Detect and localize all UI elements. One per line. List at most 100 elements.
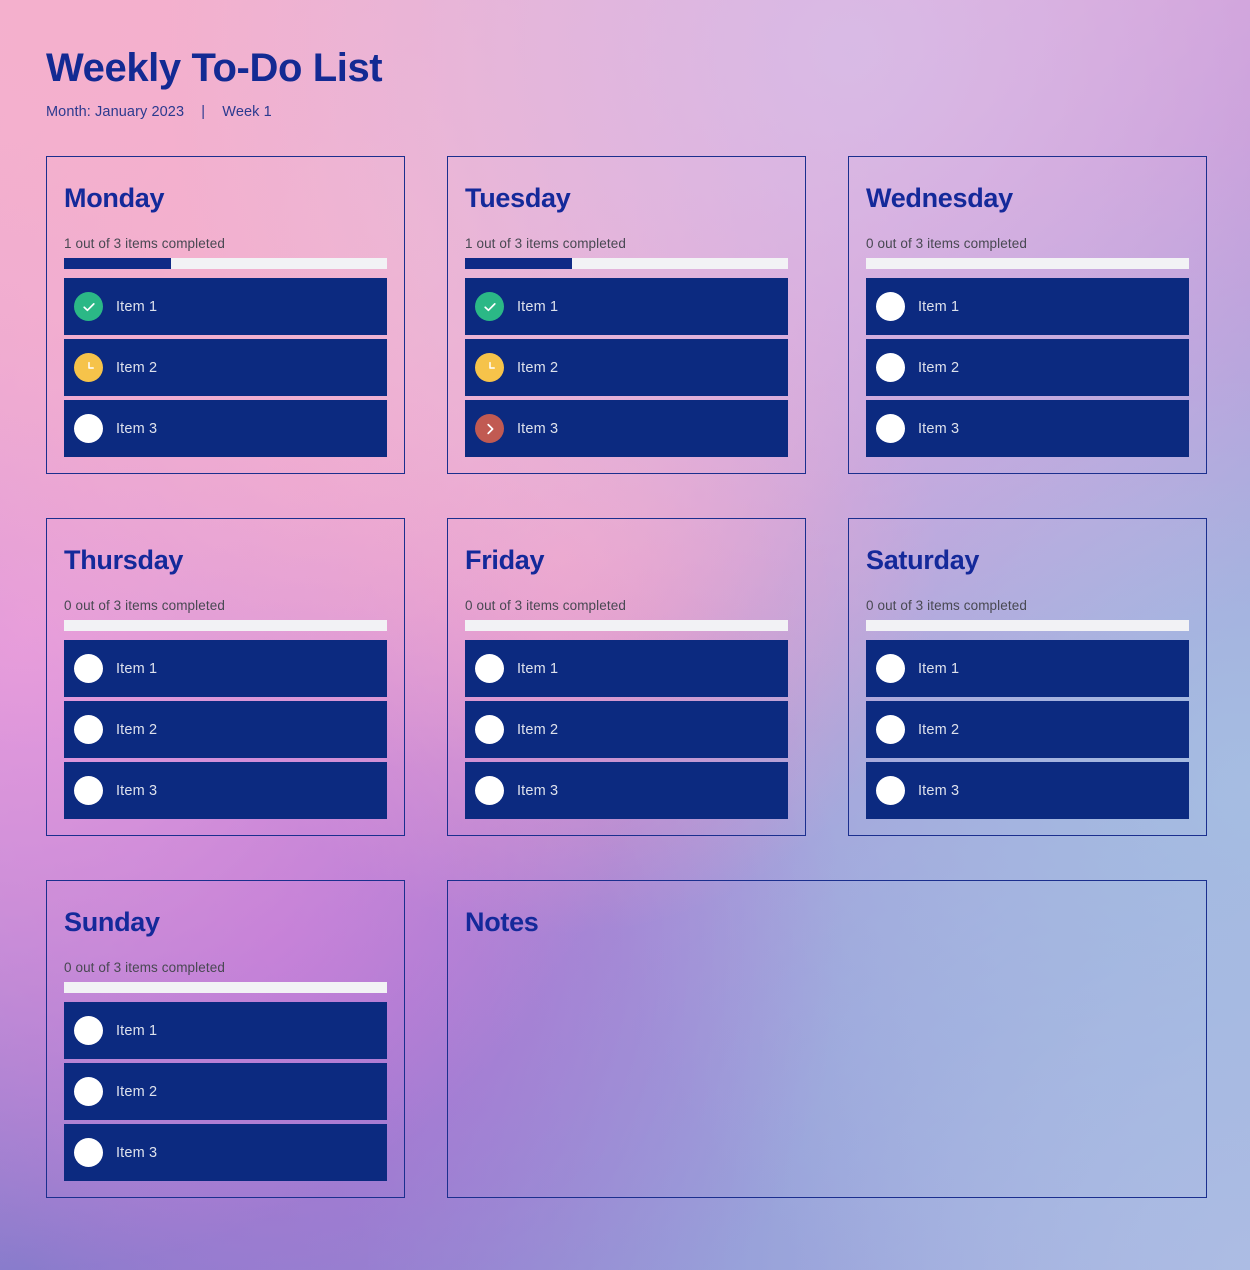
notes-card[interactable]: Notes: [447, 880, 1207, 1198]
empty-circle-icon[interactable]: [475, 776, 504, 806]
task-item-row[interactable]: Item 1: [866, 640, 1189, 698]
empty-circle-icon[interactable]: [74, 1016, 103, 1046]
task-item-label: Item 1: [517, 660, 559, 677]
task-item-row[interactable]: Item 3: [465, 762, 788, 820]
empty-circle-icon[interactable]: [876, 654, 905, 684]
day-card-sunday: Sunday 0 out of 3 items completed Item 1 It…: [46, 880, 405, 1198]
task-list: Item 1 Item 2 Item 3: [866, 278, 1189, 458]
task-list: Item 1 Item 2 Item 3: [866, 640, 1189, 820]
day-card-title: Thursday: [64, 545, 184, 575]
progress-label: 1 out of 3 items completed: [465, 236, 626, 252]
task-item-label: Item 3: [116, 782, 158, 799]
empty-circle-icon[interactable]: [876, 353, 905, 383]
task-item-label: Item 1: [116, 660, 158, 677]
subtitle-separator: |: [201, 104, 206, 120]
day-card-thursday: Thursday 0 out of 3 items completed Item 1…: [46, 518, 405, 836]
progress-bar: [64, 982, 387, 994]
chevron-right-circle-icon[interactable]: [475, 414, 504, 444]
task-item-label: Item 3: [517, 420, 559, 437]
progress-label: 0 out of 3 items completed: [866, 236, 1027, 252]
empty-circle-icon[interactable]: [74, 715, 103, 745]
progress-label: 0 out of 3 items completed: [64, 960, 225, 976]
check-circle-icon[interactable]: [74, 292, 103, 322]
task-item-row[interactable]: Item 1: [465, 278, 788, 336]
task-item-row[interactable]: Item 3: [64, 1124, 387, 1182]
task-item-label: Item 3: [918, 782, 960, 799]
progress-label: 0 out of 3 items completed: [866, 598, 1027, 614]
task-item-label: Item 1: [918, 298, 960, 315]
clock-circle-icon[interactable]: [475, 353, 504, 383]
day-card-title: Monday: [64, 183, 165, 213]
clock-circle-icon[interactable]: [74, 353, 103, 383]
empty-circle-icon[interactable]: [876, 414, 905, 444]
empty-circle-icon[interactable]: [876, 776, 905, 806]
task-item-row[interactable]: Item 1: [64, 640, 387, 698]
task-item-label: Item 2: [918, 359, 960, 376]
day-card-title: Friday: [465, 545, 545, 575]
task-list: Item 1 Item 2 Item 3: [64, 640, 387, 820]
progress-bar-fill: [465, 258, 572, 270]
task-item-label: Item 2: [517, 721, 559, 738]
empty-circle-icon[interactable]: [74, 776, 103, 806]
empty-circle-icon[interactable]: [74, 1077, 103, 1107]
day-card-wednesday: Wednesday 0 out of 3 items completed Item …: [848, 156, 1207, 474]
task-item-label: Item 3: [517, 782, 559, 799]
task-item-row[interactable]: Item 2: [866, 339, 1189, 397]
week-label: Week 1: [222, 104, 272, 120]
progress-bar: [465, 620, 788, 632]
day-card-saturday: Saturday 0 out of 3 items completed Item 1…: [848, 518, 1207, 836]
progress-bar-fill: [64, 258, 171, 270]
notes-title: Notes: [465, 907, 539, 937]
task-list: Item 1 Item 2 Item 3: [465, 278, 788, 458]
task-item-label: Item 1: [116, 298, 158, 315]
task-item-label: Item 1: [116, 1022, 158, 1039]
task-item-label: Item 1: [918, 660, 960, 677]
task-item-label: Item 3: [116, 420, 158, 437]
day-card-tuesday: Tuesday 1 out of 3 items completed Item 1I…: [447, 156, 806, 474]
task-item-label: Item 2: [918, 721, 960, 738]
task-item-label: Item 2: [116, 1083, 158, 1100]
empty-circle-icon[interactable]: [74, 1138, 103, 1168]
task-item-row[interactable]: Item 2: [64, 701, 387, 759]
task-item-row[interactable]: Item 2: [64, 1063, 387, 1121]
task-item-row[interactable]: Item 1: [866, 278, 1189, 336]
task-item-row[interactable]: Item 3: [64, 762, 387, 820]
task-item-row[interactable]: Item 3: [866, 400, 1189, 458]
empty-circle-icon[interactable]: [876, 715, 905, 745]
empty-circle-icon[interactable]: [475, 654, 504, 684]
task-item-row[interactable]: Item 2: [64, 339, 387, 397]
task-item-label: Item 2: [116, 721, 158, 738]
empty-circle-icon[interactable]: [74, 414, 103, 444]
progress-bar: [465, 258, 788, 270]
progress-label: 0 out of 3 items completed: [465, 598, 626, 614]
page-subtitle: Month: January 2023 | Week 1: [46, 104, 1204, 120]
day-card-title: Wednesday: [866, 183, 1013, 213]
empty-circle-icon[interactable]: [876, 292, 905, 322]
task-item-label: Item 3: [116, 1144, 158, 1161]
task-item-row[interactable]: Item 3: [866, 762, 1189, 820]
task-item-row[interactable]: Item 2: [465, 339, 788, 397]
task-list: Item 1 Item 2 Item 3: [64, 1002, 387, 1182]
day-card-title: Saturday: [866, 545, 980, 575]
day-card-grid: Monday 1 out of 3 items completed Item 1 It…: [46, 156, 1207, 1198]
page-header: Weekly To-Do List Month: January 2023 | …: [46, 46, 1204, 120]
task-item-row[interactable]: Item 3: [465, 400, 788, 458]
task-item-label: Item 2: [517, 359, 559, 376]
empty-circle-icon[interactable]: [475, 715, 504, 745]
check-circle-icon[interactable]: [475, 292, 504, 322]
progress-bar: [866, 258, 1189, 270]
weekly-todo-page: Weekly To-Do List Month: January 2023 | …: [0, 0, 1250, 1270]
task-item-row[interactable]: Item 1: [64, 278, 387, 336]
task-item-label: Item 1: [517, 298, 559, 315]
task-list: Item 1 Item 2 Item 3: [64, 278, 387, 458]
progress-label: 0 out of 3 items completed: [64, 598, 225, 614]
task-item-row[interactable]: Item 1: [465, 640, 788, 698]
task-item-row[interactable]: Item 3: [64, 400, 387, 458]
empty-circle-icon[interactable]: [74, 654, 103, 684]
task-item-row[interactable]: Item 1: [64, 1002, 387, 1060]
task-item-row[interactable]: Item 2: [465, 701, 788, 759]
day-card-monday: Monday 1 out of 3 items completed Item 1 It…: [46, 156, 405, 474]
task-item-row[interactable]: Item 2: [866, 701, 1189, 759]
month-label: Month: January 2023: [46, 104, 185, 120]
progress-bar: [64, 258, 387, 270]
